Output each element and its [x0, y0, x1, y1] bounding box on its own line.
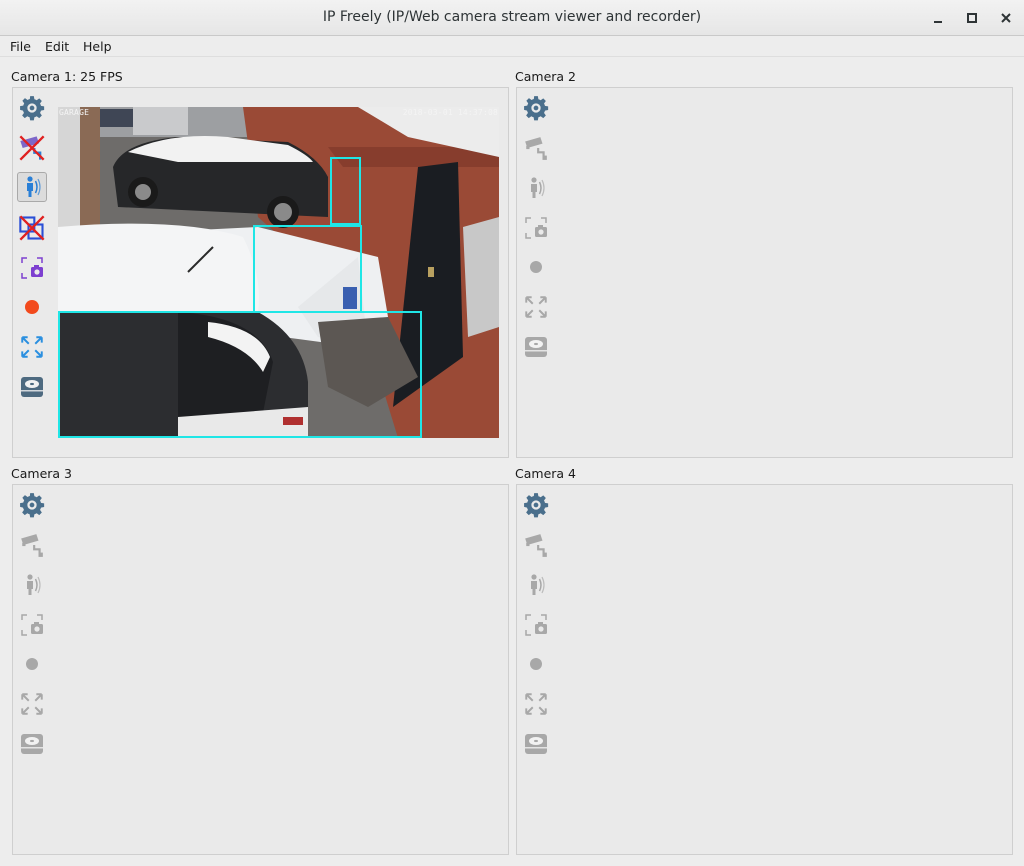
fullscreen-icon [521, 689, 551, 719]
menu-file[interactable]: File [10, 39, 31, 54]
maximize-icon [967, 13, 977, 23]
camera-3-panel [12, 484, 509, 855]
close-button[interactable] [996, 8, 1016, 28]
settings-icon[interactable] [521, 93, 551, 123]
record-icon[interactable] [17, 292, 47, 322]
motion-detection-icon[interactable] [17, 172, 47, 202]
camera-4-label: Camera 4 [515, 466, 576, 481]
window-title: IP Freely (IP/Web camera stream viewer a… [322, 9, 702, 25]
menu-edit[interactable]: Edit [45, 39, 69, 54]
settings-icon[interactable] [17, 490, 47, 520]
maximize-button[interactable] [962, 8, 982, 28]
storage-icon [521, 729, 551, 759]
camera-icon [521, 133, 551, 163]
camera-icon [17, 530, 47, 560]
motion-detection-icon [521, 570, 551, 600]
motion-zone[interactable] [330, 157, 361, 225]
zones-disabled-icon[interactable] [17, 213, 47, 243]
settings-icon[interactable] [17, 93, 47, 123]
fullscreen-icon [521, 292, 551, 322]
minimize-button[interactable] [928, 8, 948, 28]
snapshot-icon [521, 610, 551, 640]
minimize-icon [934, 21, 942, 23]
window-titlebar[interactable]: IP Freely (IP/Web camera stream viewer a… [0, 0, 1024, 36]
snapshot-icon [17, 610, 47, 640]
camera-4-panel [516, 484, 1013, 855]
camera-2-panel [516, 87, 1013, 458]
camera-2-label: Camera 2 [515, 69, 576, 84]
camera-1-panel: GARAGE 2018-03-01 14:37:08 [12, 87, 509, 458]
close-icon [1001, 13, 1011, 23]
camera-1-label: Camera 1: 25 FPS [11, 69, 123, 84]
motion-detection-icon [17, 570, 47, 600]
motion-detection-icon [521, 173, 551, 203]
motion-zone[interactable] [253, 225, 362, 313]
camera-1-osd-timestamp: 2018-03-01 14:37:08 [402, 108, 498, 117]
camera-1-osd-name: GARAGE [59, 108, 90, 117]
menu-help[interactable]: Help [83, 39, 112, 54]
camera-icon [521, 530, 551, 560]
camera-1-stream[interactable]: GARAGE 2018-03-01 14:37:08 [58, 107, 499, 438]
storage-icon [521, 332, 551, 362]
record-icon [521, 649, 551, 679]
record-icon [521, 252, 551, 282]
motion-zone[interactable] [58, 311, 422, 438]
menu-bar: File Edit Help [0, 37, 1024, 57]
record-icon [17, 649, 47, 679]
snapshot-icon [521, 213, 551, 243]
camera-3-label: Camera 3 [11, 466, 72, 481]
camera-disabled-icon[interactable] [17, 133, 47, 163]
fullscreen-icon [17, 689, 47, 719]
storage-icon[interactable] [17, 372, 47, 402]
snapshot-icon[interactable] [17, 253, 47, 283]
fullscreen-icon[interactable] [17, 332, 47, 362]
storage-icon [17, 729, 47, 759]
settings-icon[interactable] [521, 490, 551, 520]
